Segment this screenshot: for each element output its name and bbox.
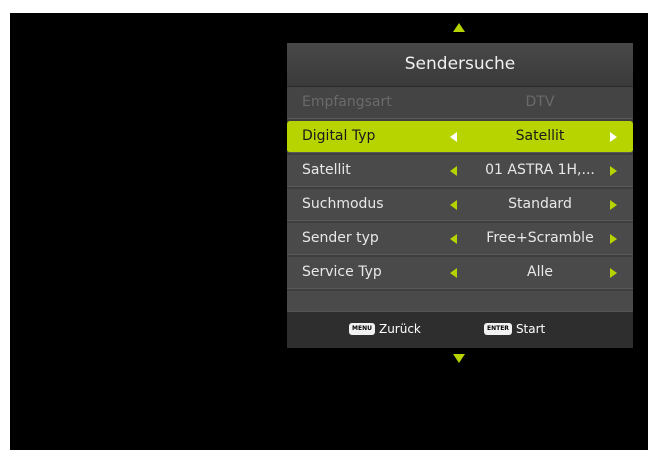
row-label: Service Typ	[302, 264, 382, 280]
menu-key-icon: MENU	[349, 323, 375, 335]
start-label: Start	[515, 322, 546, 336]
row-suchmodus[interactable]: Suchmodus Standard	[287, 189, 633, 221]
arrow-right-icon[interactable]	[610, 166, 617, 176]
row-label: Sender typ	[302, 230, 379, 246]
menu-footer: MENU Zurück ENTER Start	[287, 311, 633, 348]
arrow-right-icon[interactable]	[610, 132, 617, 142]
arrow-left-icon[interactable]	[450, 234, 457, 244]
row-value: DTV	[525, 94, 555, 110]
menu-title: Sendersuche	[287, 43, 633, 87]
row-value: Free+Scramble	[486, 230, 594, 246]
row-value: Standard	[508, 196, 572, 212]
row-label: Empfangsart	[302, 94, 392, 110]
arrow-left-icon[interactable]	[450, 132, 457, 142]
arrow-right-icon[interactable]	[610, 234, 617, 244]
scroll-up-icon[interactable]	[453, 23, 465, 32]
row-label: Suchmodus	[302, 196, 384, 212]
arrow-left-icon[interactable]	[450, 268, 457, 278]
enter-key-icon: ENTER	[484, 323, 512, 335]
row-value: Alle	[527, 264, 553, 280]
arrow-left-icon[interactable]	[450, 200, 457, 210]
row-empfangsart: Empfangsart DTV	[287, 87, 633, 119]
arrow-left-icon[interactable]	[450, 166, 457, 176]
arrow-right-icon[interactable]	[610, 268, 617, 278]
scroll-down-icon[interactable]	[453, 354, 465, 363]
arrow-right-icon[interactable]	[610, 200, 617, 210]
row-sender-typ[interactable]: Sender typ Free+Scramble	[287, 223, 633, 255]
back-hint[interactable]: MENU Zurück	[349, 322, 421, 336]
start-hint[interactable]: ENTER Start	[484, 322, 545, 336]
row-value: 01 ASTRA 1H,...	[485, 162, 595, 178]
row-label: Satellit	[302, 162, 351, 178]
back-label: Zurück	[378, 322, 421, 336]
row-digital-typ[interactable]: Digital Typ Satellit	[287, 121, 633, 153]
row-label: Digital Typ	[302, 128, 376, 144]
channel-search-menu: Sendersuche Empfangsart DTV Digital Typ …	[287, 43, 633, 348]
row-satellit[interactable]: Satellit 01 ASTRA 1H,...	[287, 155, 633, 187]
row-value: Satellit	[515, 128, 565, 144]
row-service-typ[interactable]: Service Typ Alle	[287, 257, 633, 289]
